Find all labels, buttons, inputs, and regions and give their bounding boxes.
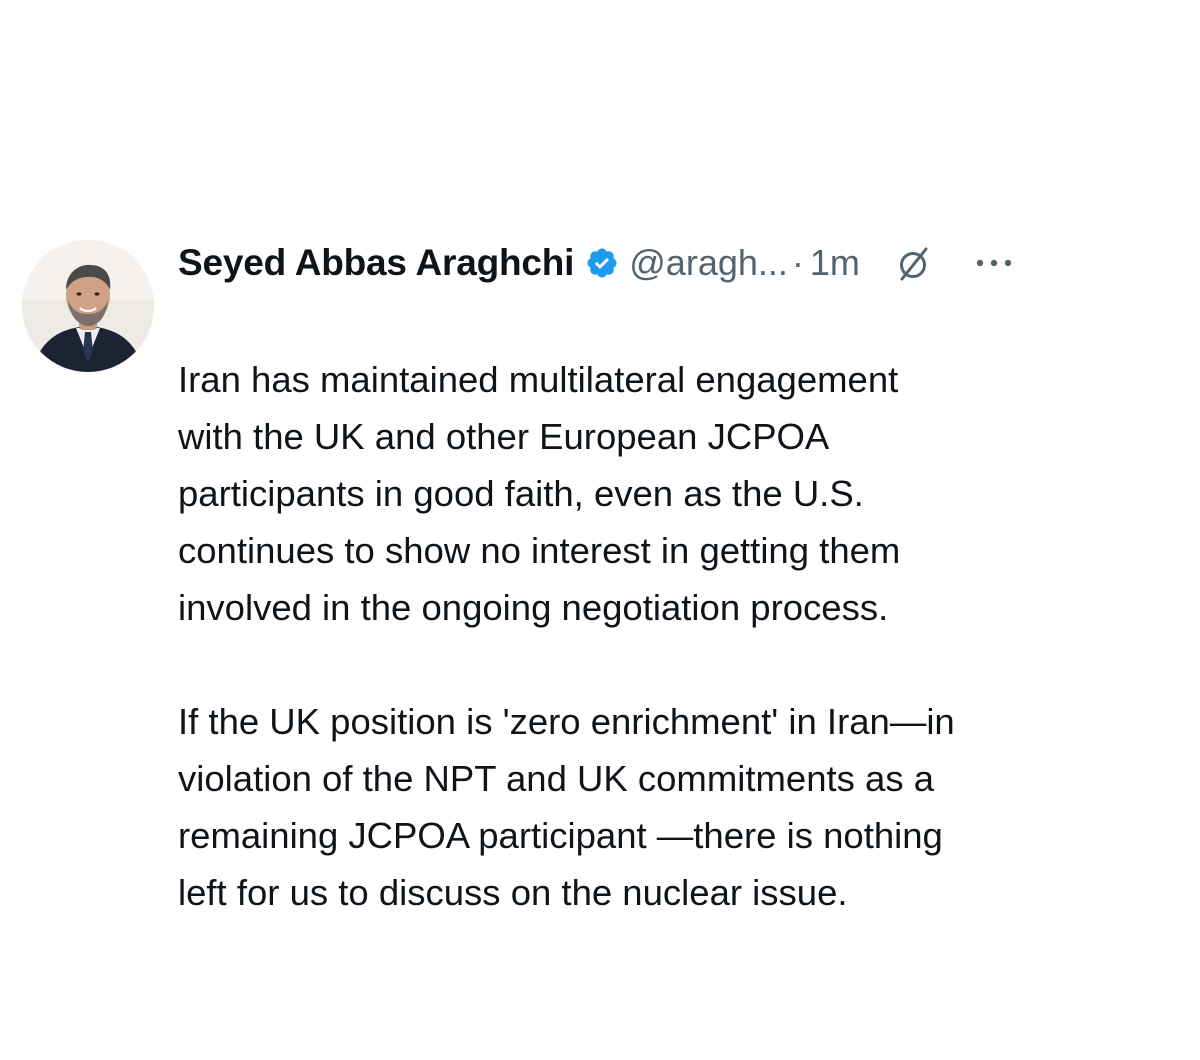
verified-badge-icon [585,246,619,280]
grok-icon[interactable] [894,243,934,283]
avatar-photo [22,240,154,372]
tweet-paragraph-1: Iran has maintained multilateral engagem… [178,359,901,628]
author-handle[interactable]: @aragh... [629,242,788,284]
avatar[interactable] [22,240,154,372]
tweet-text: Iran has maintained multilateral engagem… [178,294,1168,978]
more-options-icon[interactable] [972,253,1016,273]
tweet[interactable]: Seyed Abbas Araghchi @aragh... · 1m Iran… [22,232,1172,913]
tweet-header: Seyed Abbas Araghchi @aragh... · 1m [178,236,1172,290]
author-name[interactable]: Seyed Abbas Araghchi [178,242,574,284]
tweet-paragraph-2: If the UK position is 'zero enrichment' … [178,701,955,913]
timestamp[interactable]: 1m [810,242,860,284]
separator-dot: · [791,242,804,283]
